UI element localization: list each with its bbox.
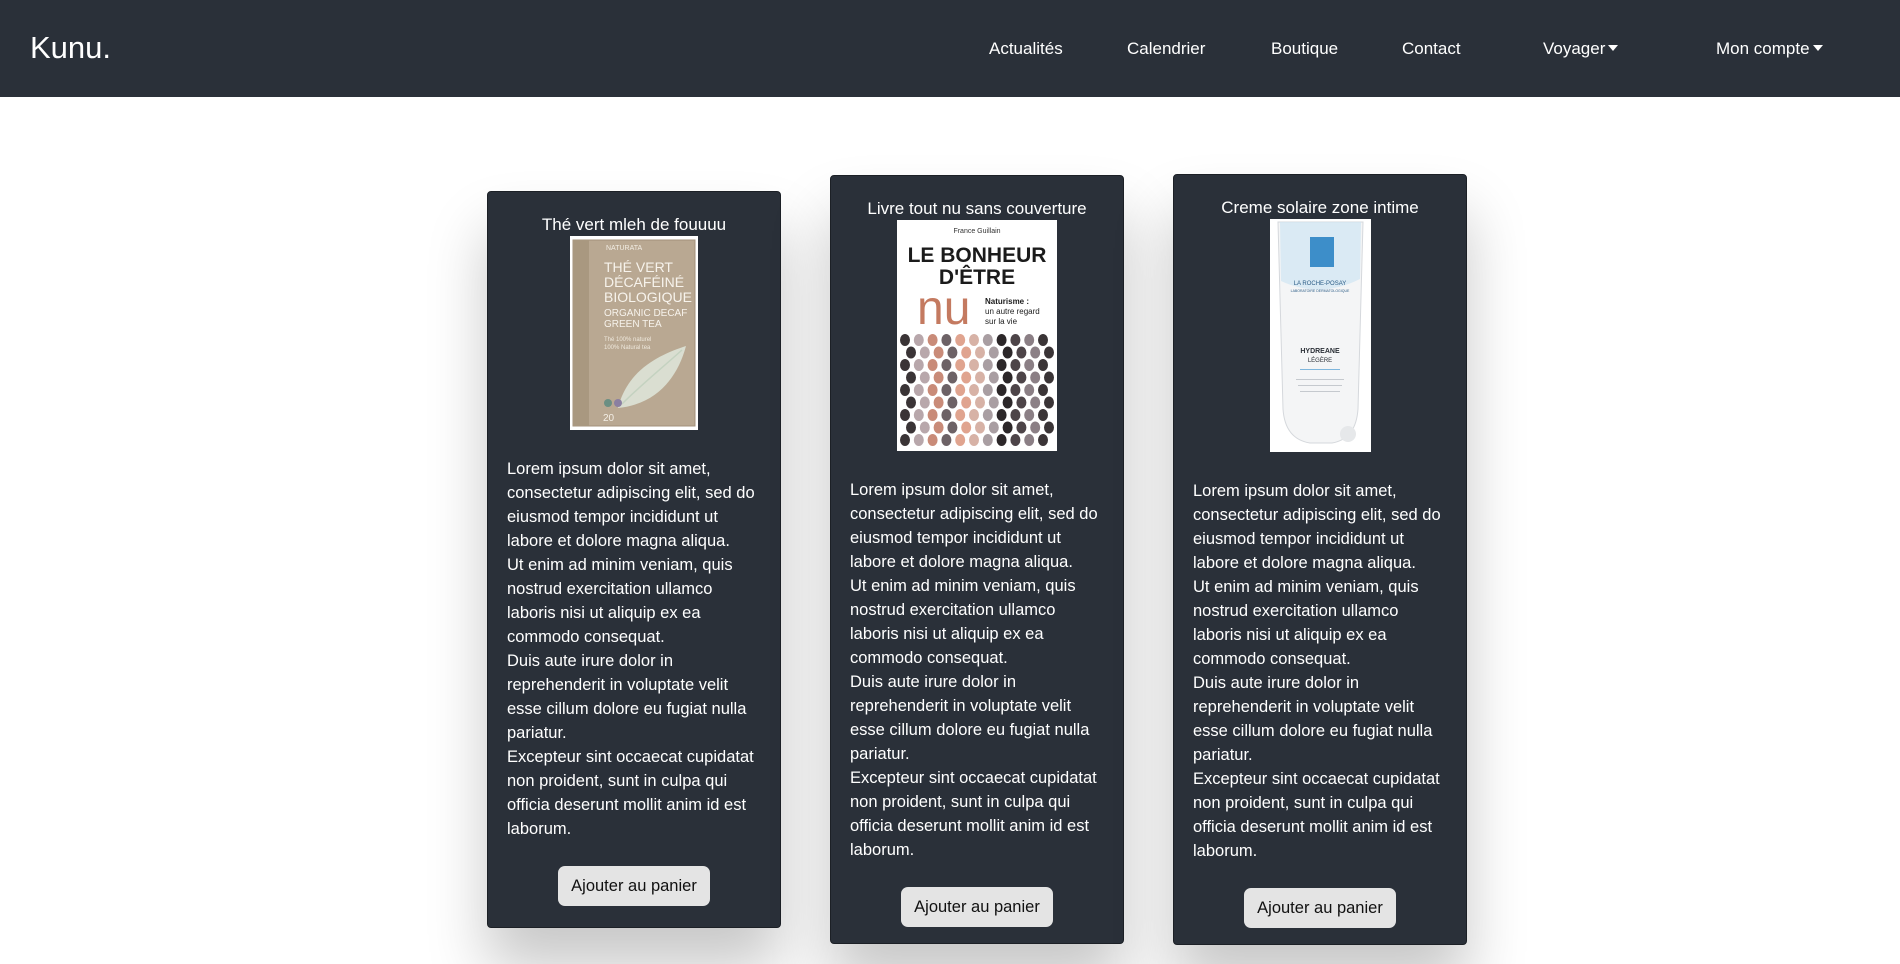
description-paragraph: Duis aute irure dolor in reprehenderit i… xyxy=(507,652,747,742)
add-to-cart-button[interactable]: Ajouter au panier xyxy=(558,866,710,906)
brand-logo[interactable]: Kunu. xyxy=(30,28,111,68)
svg-text:100% Natural tea: 100% Natural tea xyxy=(604,345,651,351)
description-paragraph: Lorem ipsum dolor sit amet, consectetur … xyxy=(1193,482,1441,572)
description-paragraph: Ut enim ad minim veniam, quis nostrud ex… xyxy=(507,556,733,646)
nav-link-calendar[interactable]: Calendrier xyxy=(1127,38,1205,60)
product-description: Lorem ipsum dolor sit amet, consectetur … xyxy=(1174,479,1466,863)
description-paragraph: Ut enim ad minim veniam, quis nostrud ex… xyxy=(1193,578,1419,668)
nav-dropdown-account[interactable]: Mon compte xyxy=(1716,38,1823,60)
description-paragraph: Lorem ipsum dolor sit amet, consectetur … xyxy=(850,481,1098,571)
description-paragraph: Lorem ipsum dolor sit amet, consectetur … xyxy=(507,460,755,550)
nav-dropdown-account-label: Mon compte xyxy=(1716,39,1810,58)
navbar: Kunu. Actualités Calendrier Boutique Con… xyxy=(0,0,1900,97)
product-card-cream: Creme solaire zone intime LA ROCHE-POSAY… xyxy=(1173,174,1467,945)
description-paragraph: Excepteur sint occaecat cupidatat non pr… xyxy=(1193,770,1440,860)
svg-text:Thé 100% naturel: Thé 100% naturel xyxy=(604,337,651,343)
svg-text:BIOLOGIQUE: BIOLOGIQUE xyxy=(604,289,692,305)
description-paragraph: Duis aute irure dolor in reprehenderit i… xyxy=(1193,674,1433,764)
product-title: Creme solaire zone intime xyxy=(1221,198,1419,217)
product-title: Thé vert mleh de fouuuu xyxy=(541,215,727,234)
svg-text:France Guillain: France Guillain xyxy=(953,228,1000,235)
svg-text:LE BONHEUR: LE BONHEUR xyxy=(908,244,1047,267)
nav-link-contact[interactable]: Contact xyxy=(1402,38,1461,60)
svg-text:LÉGÈRE: LÉGÈRE xyxy=(1307,357,1331,364)
svg-text:Naturisme :: Naturisme : xyxy=(985,297,1029,306)
caret-down-icon xyxy=(1812,45,1823,51)
caret-down-icon xyxy=(1608,45,1619,51)
description-paragraph: Excepteur sint occaecat cupidatat non pr… xyxy=(850,769,1097,859)
product-card-book: Livre tout nu sans couverture France Gui… xyxy=(830,175,1124,944)
product-description: Lorem ipsum dolor sit amet, consectetur … xyxy=(488,457,780,841)
svg-text:NATURATA: NATURATA xyxy=(606,245,642,252)
nav-link-shop[interactable]: Boutique xyxy=(1271,38,1338,60)
description-paragraph: Excepteur sint occaecat cupidatat non pr… xyxy=(507,748,754,838)
description-paragraph: Ut enim ad minim veniam, quis nostrud ex… xyxy=(850,577,1076,667)
product-image-book-cover: France Guillain LE BONHEUR D'ÊTRE nu Nat… xyxy=(897,220,1057,451)
add-to-cart-button[interactable]: Ajouter au panier xyxy=(1244,888,1396,928)
add-to-cart-button[interactable]: Ajouter au panier xyxy=(901,887,1053,927)
svg-text:LABORATOIRE DERMATOLOGIQUE: LABORATOIRE DERMATOLOGIQUE xyxy=(1290,289,1349,293)
svg-text:DÉCAFÉINÉ: DÉCAFÉINÉ xyxy=(604,274,684,290)
svg-text:ORGANIC DECAF: ORGANIC DECAF xyxy=(604,308,687,319)
product-image-tea-box: NATURATA THÉ VERT DÉCAFÉINÉ BIOLOGIQUE O… xyxy=(570,236,698,430)
product-title: Livre tout nu sans couverture xyxy=(867,199,1087,218)
nav-dropdown-travel[interactable]: Voyager xyxy=(1543,38,1619,60)
svg-text:THÉ VERT: THÉ VERT xyxy=(604,259,673,275)
description-paragraph: Duis aute irure dolor in reprehenderit i… xyxy=(850,673,1090,763)
product-description: Lorem ipsum dolor sit amet, consectetur … xyxy=(831,478,1123,862)
nav-link-news[interactable]: Actualités xyxy=(989,38,1063,60)
svg-text:20: 20 xyxy=(603,413,615,424)
nav-dropdown-travel-label: Voyager xyxy=(1543,39,1606,58)
svg-text:LA ROCHE-POSAY: LA ROCHE-POSAY xyxy=(1293,281,1346,287)
svg-text:GREEN TEA: GREEN TEA xyxy=(604,319,662,330)
svg-text:un autre regard: un autre regard xyxy=(985,307,1040,316)
svg-text:HYDREANE: HYDREANE xyxy=(1300,348,1340,355)
svg-text:sur la vie: sur la vie xyxy=(985,317,1018,326)
product-card-tea: Thé vert mleh de fouuuu NATURATA THÉ VER… xyxy=(487,191,781,928)
svg-text:nu: nu xyxy=(917,282,970,335)
product-image-cream-tube: LA ROCHE-POSAY LABORATOIRE DERMATOLOGIQU… xyxy=(1269,219,1371,452)
